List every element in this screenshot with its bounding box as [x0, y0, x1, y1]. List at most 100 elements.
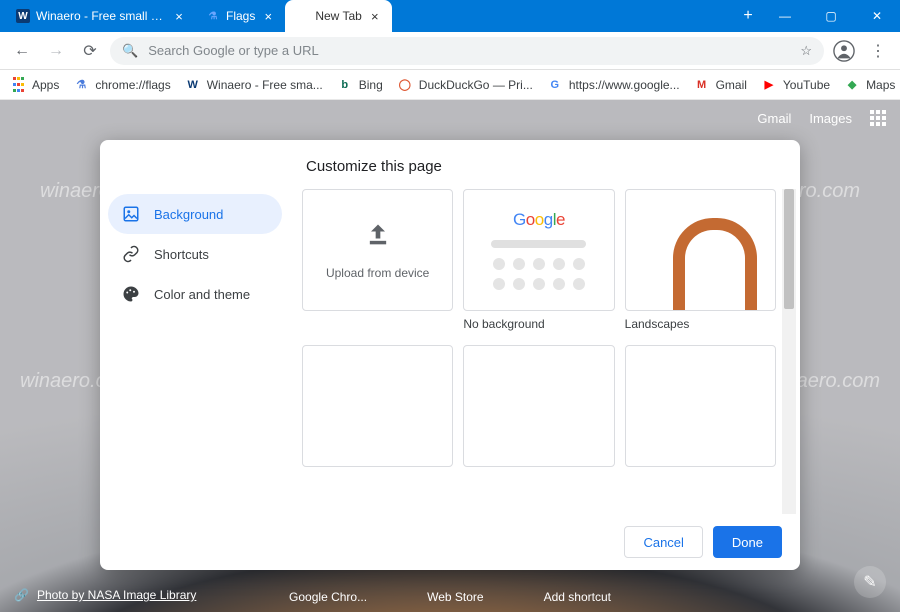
omnibox[interactable]: 🔍 Search Google or type a URL ☆	[110, 37, 824, 65]
bookmark-favicon: ⚗	[73, 77, 89, 93]
dialog-scrollbar[interactable]	[782, 189, 796, 514]
bookmark-item[interactable]: W Winaero - Free sma...	[185, 77, 323, 93]
google-logo: Google	[513, 210, 565, 230]
new-tab-button[interactable]: +	[734, 0, 762, 32]
background-grid: Upload from device Google No background Lan…	[302, 189, 782, 514]
apps-button[interactable]: Apps	[10, 77, 59, 93]
tab-0[interactable]: W Winaero - Free small and useful s ×	[6, 0, 196, 32]
menu-button[interactable]: ⋮	[864, 37, 892, 65]
sidebar-item-background[interactable]: Background	[108, 194, 282, 234]
background-image-tile[interactable]	[463, 345, 614, 467]
back-button[interactable]: ←	[8, 37, 36, 65]
image-icon	[122, 205, 140, 223]
tab-close-icon[interactable]: ×	[368, 9, 382, 23]
tab-label: Flags	[226, 9, 255, 23]
bookmark-item[interactable]: ▶ YouTube	[761, 77, 830, 93]
images-link[interactable]: Images	[809, 111, 852, 126]
bookmark-item[interactable]: ⚗ chrome://flags	[73, 77, 170, 93]
tile-caption	[302, 317, 453, 333]
tab-label: New Tab	[315, 9, 361, 23]
bookmark-favicon: G	[547, 77, 563, 93]
google-apps-icon[interactable]	[870, 110, 886, 126]
bookmark-item[interactable]: M Gmail	[694, 77, 747, 93]
background-tile: Upload from device	[302, 189, 453, 333]
tile-caption: Landscapes	[625, 317, 776, 333]
reload-button[interactable]: ⟳	[76, 37, 104, 65]
shortcut-dots	[493, 258, 585, 290]
ntp-shortcut-label[interactable]: Add shortcut	[544, 590, 611, 604]
background-tile	[302, 345, 453, 467]
tab-strip: W Winaero - Free small and useful s × ⚗ Flag…	[0, 0, 734, 32]
bookmark-item[interactable]: b Bing	[337, 77, 383, 93]
search-icon: 🔍	[122, 43, 138, 59]
dialog-title: Customize this page	[302, 158, 796, 175]
bookmarks-bar: Apps ⚗ chrome://flags W Winaero - Free sma.…	[0, 70, 900, 100]
sidebar-item-label: Shortcuts	[154, 247, 209, 262]
ntp-top-links: Gmail Images	[757, 110, 886, 126]
tab-favicon: ⚗	[206, 9, 220, 23]
bookmark-favicon: M	[694, 77, 710, 93]
bookmark-favicon: W	[185, 77, 201, 93]
apps-icon	[10, 77, 26, 93]
background-tile	[463, 345, 614, 467]
attribution-link[interactable]: Photo by NASA Image Library	[37, 588, 196, 602]
tab-close-icon[interactable]: ×	[172, 9, 186, 23]
bookmark-label: YouTube	[783, 78, 830, 92]
apps-label: Apps	[32, 78, 59, 92]
dialog-footer: Cancel Done	[100, 514, 800, 570]
upload-icon	[364, 221, 392, 256]
link-icon: 🔗	[14, 588, 29, 602]
forward-button[interactable]: →	[42, 37, 70, 65]
sidebar-item-color-and-theme[interactable]: Color and theme	[108, 274, 282, 314]
close-window-button[interactable]: ✕	[854, 0, 900, 32]
bookmark-label: Winaero - Free sma...	[207, 78, 323, 92]
bookmark-label: DuckDuckGo — Pri...	[419, 78, 533, 92]
bookmark-label: Bing	[359, 78, 383, 92]
tile-caption: No background	[463, 317, 614, 333]
tab-close-icon[interactable]: ×	[261, 9, 275, 23]
gmail-link[interactable]: Gmail	[757, 111, 791, 126]
background-image-tile[interactable]	[625, 189, 776, 311]
star-icon[interactable]: ☆	[800, 43, 812, 59]
background-image-tile[interactable]	[625, 345, 776, 467]
upload-tile[interactable]: Upload from device	[302, 189, 453, 311]
customize-button[interactable]: ✎	[854, 566, 886, 598]
sidebar-item-label: Color and theme	[154, 287, 250, 302]
bookmark-favicon: b	[337, 77, 353, 93]
done-button[interactable]: Done	[713, 526, 782, 558]
tab-label: Winaero - Free small and useful s	[36, 9, 166, 23]
background-tile	[625, 345, 776, 467]
bookmark-label: https://www.google...	[569, 78, 680, 92]
no-background-tile[interactable]: Google	[463, 189, 614, 311]
search-bar-preview	[491, 240, 586, 248]
maximize-button[interactable]: ▢	[808, 0, 854, 32]
tab-favicon: W	[16, 9, 30, 23]
customize-dialog: Background Shortcuts Color and theme Custo…	[100, 140, 800, 570]
background-image-tile[interactable]	[302, 345, 453, 467]
link-icon	[122, 245, 140, 263]
profile-button[interactable]	[830, 37, 858, 65]
sidebar-item-label: Background	[154, 207, 223, 222]
scrollbar-thumb[interactable]	[784, 189, 794, 309]
background-tile: Google No background	[463, 189, 614, 333]
bookmark-item[interactable]: Ghttps://www.google...	[547, 77, 680, 93]
ntp-shortcut-label[interactable]: Google Chro...	[289, 590, 367, 604]
background-tile: Landscapes	[625, 189, 776, 333]
palette-icon	[122, 285, 140, 303]
bookmark-item[interactable]: ◯DuckDuckGo — Pri...	[397, 77, 533, 93]
bookmark-label: Gmail	[716, 78, 747, 92]
ntp-shortcut-label[interactable]: Web Store	[427, 590, 483, 604]
cancel-button[interactable]: Cancel	[624, 526, 702, 558]
bookmark-item[interactable]: ◆Maps	[844, 77, 895, 93]
bookmark-favicon: ▶	[761, 77, 777, 93]
tab-2[interactable]: New Tab ×	[285, 0, 391, 32]
sidebar-item-shortcuts[interactable]: Shortcuts	[108, 234, 282, 274]
browser-toolbar: ← → ⟳ 🔍 Search Google or type a URL ☆ ⋮	[0, 32, 900, 70]
tab-favicon	[295, 9, 309, 23]
tab-1[interactable]: ⚗ Flags ×	[196, 0, 285, 32]
bookmark-label: chrome://flags	[95, 78, 170, 92]
upload-label: Upload from device	[326, 266, 429, 280]
photo-attribution: 🔗 Photo by NASA Image Library	[14, 588, 196, 602]
profile-icon	[833, 40, 855, 62]
minimize-button[interactable]: —	[762, 0, 808, 32]
